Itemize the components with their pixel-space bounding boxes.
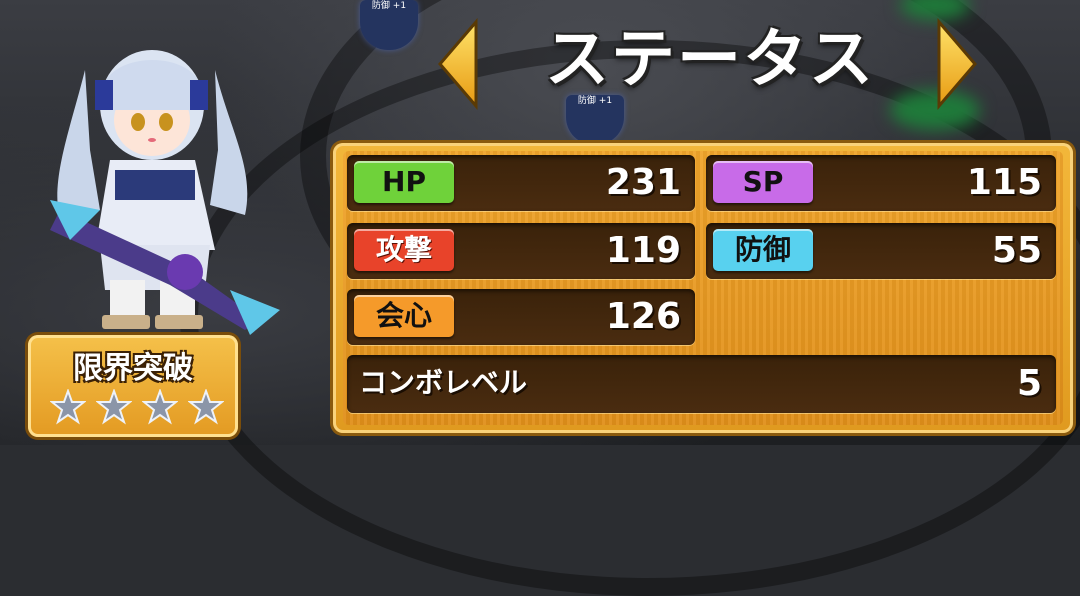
next-arrow-icon[interactable] [937,17,979,111]
critical-badge: 会心 [354,295,454,337]
defense-value: 55 [991,230,1042,271]
empty-star-icon [142,389,178,425]
status-panel: HP 231 SP 115 攻撃 119 防御 55 会心 126 コンボレベル… [333,143,1073,433]
stat-row-defense: 防御 55 [706,223,1056,279]
stat-row-combo: コンボレベル 5 [347,355,1056,413]
empty-star-icon [96,389,132,425]
combo-label: コンボレベル [359,366,528,399]
stat-row-sp: SP 115 [706,155,1056,211]
prev-arrow-icon[interactable] [436,17,478,111]
empty-star-icon [188,389,224,425]
stat-row-critical: 会心 126 [347,289,695,345]
combo-value: 5 [1016,363,1042,404]
character-portrait [30,10,290,340]
attack-badge: 攻撃 [354,229,454,271]
attack-value: 119 [605,230,681,271]
page-title: ステータス [545,23,875,97]
empty-star-icon [50,389,86,425]
sp-badge: SP [713,161,813,203]
stat-row-attack: 攻撃 119 [347,223,695,279]
stat-row-hp: HP 231 [347,155,695,211]
hp-badge: HP [354,161,454,203]
hp-value: 231 [605,162,681,203]
defense-badge: 防御 [713,229,813,271]
limit-break-title: 限界突破 [73,351,193,386]
sp-value: 115 [966,162,1042,203]
limit-break-panel[interactable]: 限界突破 [28,335,238,437]
critical-value: 126 [605,296,681,337]
